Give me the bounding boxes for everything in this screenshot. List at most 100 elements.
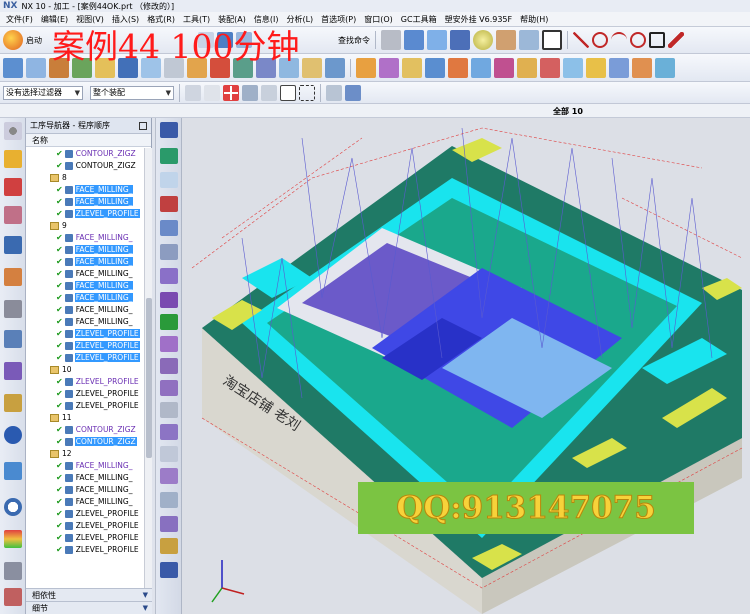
generate-icon[interactable] [160,244,178,260]
create-method-icon[interactable] [160,196,178,212]
verify-icon[interactable] [160,268,178,284]
operation-row[interactable]: ✔ FACE_MILLING_ [26,292,144,304]
operation-row[interactable]: ✔ CONTOUR_ZIGZ [26,424,144,436]
menu-analysis[interactable]: 分析(L) [282,14,317,25]
method-icon[interactable] [4,236,22,254]
tool-icon[interactable] [160,492,178,508]
operation-row[interactable]: ✔ FACE_MILLING_ [26,268,144,280]
graphics-window[interactable]: 淘宝店铺 老刘 QQ:913147075 [182,118,750,614]
history-icon[interactable] [4,330,22,348]
details-panel[interactable]: 细节 ▼ [26,601,152,614]
tool-icon[interactable] [204,84,220,101]
operation-icon[interactable] [517,57,537,78]
menu-information[interactable]: 信息(I) [250,14,283,25]
program-group-row[interactable]: 8 [26,172,144,184]
operation-row[interactable]: ✔ FACE_MILLING_ [26,256,144,268]
gear-icon[interactable] [4,122,22,140]
operation-row[interactable]: ✔ FACE_MILLING_ [26,184,144,196]
operation-row[interactable]: ✔ ZLEVEL_PROFILE [26,352,144,364]
rename-icon[interactable] [160,562,178,578]
operation-row[interactable]: ✔ FACE_MILLING_ [26,496,144,508]
operation-row[interactable]: ✔ ZLEVEL_PROFILE [26,508,144,520]
operation-row[interactable]: ✔ FACE_MILLING_ [26,196,144,208]
operation-icon[interactable] [494,57,514,78]
maximize-icon[interactable] [139,121,147,130]
texture-icon[interactable] [496,30,516,50]
cube-icon[interactable] [427,30,447,50]
operation-row[interactable]: ✔ ZLEVEL_PROFILE [26,208,144,220]
sphere-icon[interactable] [473,30,493,50]
machine-tool-icon[interactable] [4,178,22,196]
web-icon[interactable] [4,462,22,480]
name-column-header[interactable]: 名称 [26,134,151,147]
dependencies-panel[interactable]: 相依性 ▼ [26,588,152,601]
snap-icon[interactable] [223,84,239,101]
create-program-icon[interactable] [160,122,178,138]
find-command-label[interactable]: 查找命令 [338,35,370,46]
cube-icon[interactable] [450,30,470,50]
program-group-row[interactable]: 11 [26,412,144,424]
operation-icon[interactable] [609,57,629,78]
operation-icon[interactable] [471,57,491,78]
tool-icon[interactable] [160,538,178,554]
operation-row[interactable]: ✔ FACE_MILLING_ [26,316,144,328]
selection-filter-combo[interactable]: 没有选择过滤器 ▼ [3,85,83,100]
operation-row[interactable]: ✔ FACE_MILLING_ [26,244,144,256]
assembly-scope-combo[interactable]: 整个装配 ▼ [90,85,174,100]
operation-icon[interactable] [540,57,560,78]
box-select-icon[interactable] [299,84,315,101]
view-icon[interactable] [381,30,401,50]
tool-icon[interactable] [160,468,178,484]
operation-row[interactable]: ✔ ZLEVEL_PROFILE [26,388,144,400]
palette-icon[interactable] [4,530,22,548]
geometry-icon[interactable] [4,206,22,224]
line-icon[interactable] [668,32,684,48]
operation-row[interactable]: ✔ ZLEVEL_PROFILE [26,400,144,412]
navigator-scrollbar[interactable] [144,148,152,588]
tool-icon[interactable] [326,84,342,101]
operation-row[interactable]: ✔ FACE_MILLING_ [26,232,144,244]
tool-icon[interactable] [160,516,178,532]
line-icon[interactable] [573,32,589,48]
operation-navigator-icon[interactable] [4,150,22,168]
operation-icon[interactable] [325,57,345,78]
operation-row[interactable]: ✔ FACE_MILLING_ [26,460,144,472]
operation-icon[interactable] [632,57,652,78]
tool-icon[interactable] [160,402,178,418]
menu-preferences[interactable]: 首选项(P) [317,14,360,25]
operation-row[interactable]: ✔ FACE_MILLING_ [26,484,144,496]
operation-row[interactable]: ✔ CONTOUR_ZIGZ [26,160,144,172]
operation-icon[interactable] [379,57,399,78]
operation-row[interactable]: ✔ FACE_MILLING_ [26,280,144,292]
circle-icon[interactable] [630,32,646,48]
operation-icon[interactable] [356,57,376,78]
check-icon[interactable] [160,314,178,330]
tool-icon[interactable] [345,84,361,101]
menu-tools[interactable]: 工具(T) [179,14,214,25]
books-icon[interactable] [4,394,22,412]
operation-icon[interactable] [655,57,675,78]
assembly-icon[interactable] [4,268,22,286]
menu-format[interactable]: 格式(R) [143,14,179,25]
cube-icon[interactable] [404,30,424,50]
list-icon[interactable] [160,336,178,352]
tool-icon[interactable] [519,30,539,50]
tool-icon[interactable] [160,446,178,462]
create-tool-icon[interactable] [160,148,178,164]
roles-icon[interactable] [4,588,22,606]
operation-icon[interactable] [425,57,445,78]
frame-icon[interactable] [542,30,562,50]
clock-icon[interactable] [4,498,22,516]
operation-icon[interactable] [586,57,606,78]
tool-icon[interactable] [261,84,277,101]
tool-icon[interactable] [160,424,178,440]
tool-icon[interactable] [185,84,201,101]
tool-icon[interactable] [160,358,178,374]
operation-icon[interactable] [26,57,46,78]
operation-row[interactable]: ✔ CONTOUR_ZIGZ [26,148,144,160]
signal-icon[interactable] [4,426,22,444]
operation-icon[interactable] [563,57,583,78]
operation-icon[interactable] [448,57,468,78]
menu-view[interactable]: 视图(V) [72,14,108,25]
hexagon-icon[interactable] [280,84,296,101]
